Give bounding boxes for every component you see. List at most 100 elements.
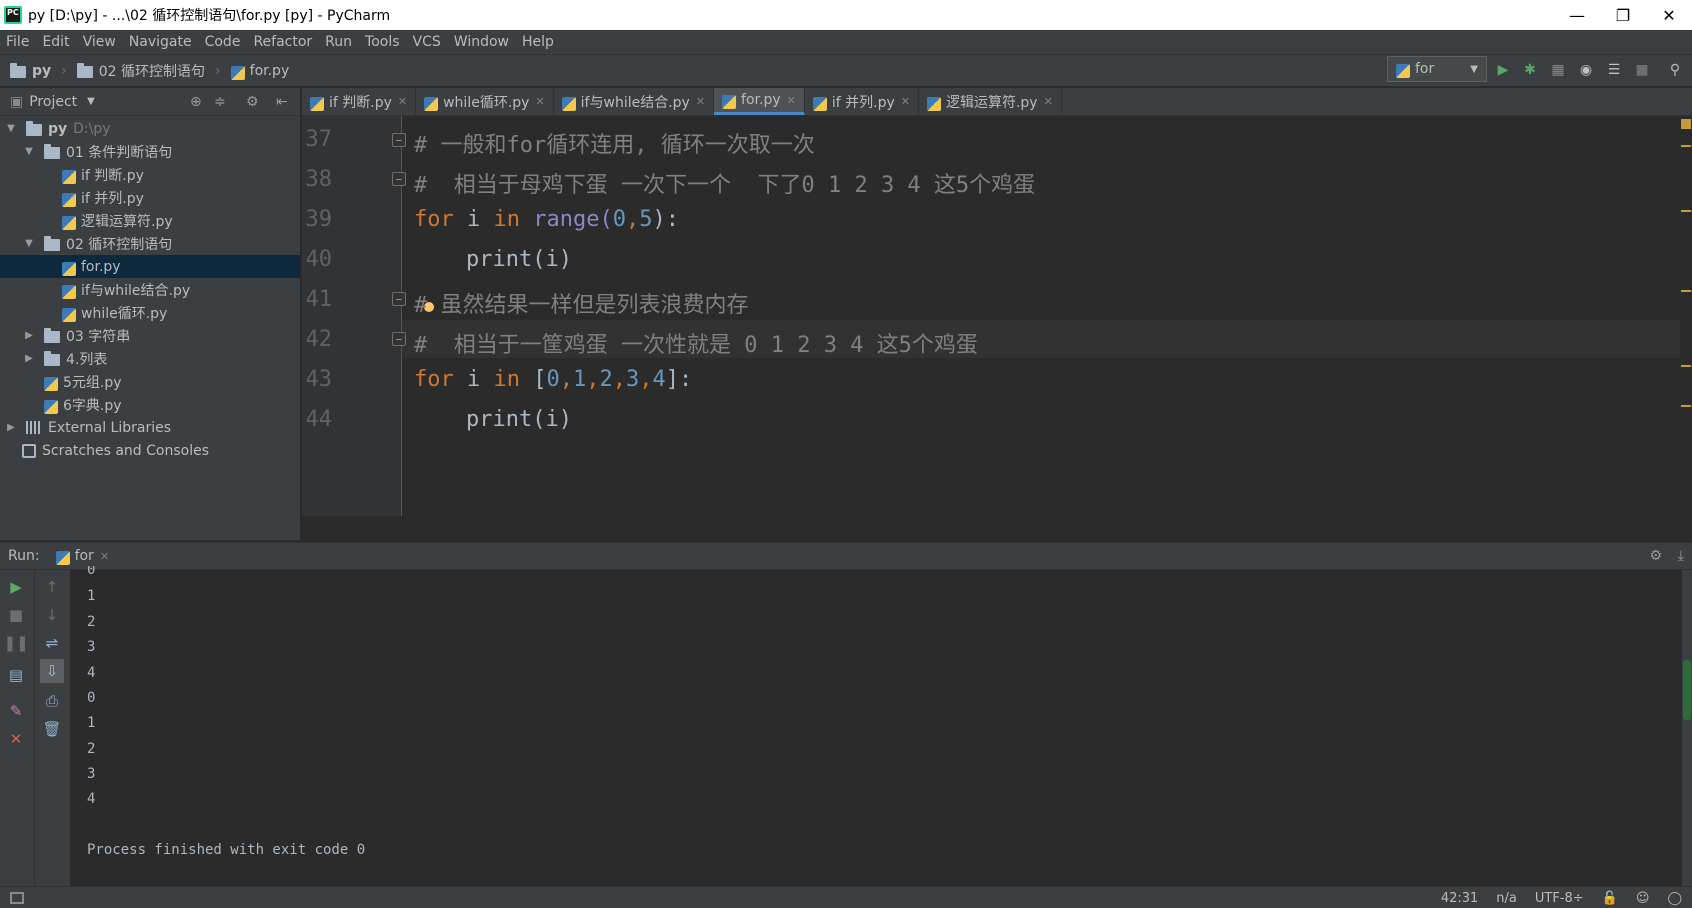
tool-window-toggle-icon[interactable] <box>10 891 24 904</box>
arrow-down-icon[interactable]: ↓ <box>43 606 61 624</box>
menu-vcs[interactable]: VCS <box>413 34 441 50</box>
collapsed-arrow-icon[interactable]: ▶ <box>4 422 18 433</box>
expanded-arrow-icon[interactable]: ▼ <box>4 123 18 134</box>
collapse-all-icon[interactable]: ≑ <box>214 94 226 110</box>
tree-item-external-libraries[interactable]: ▶ External Libraries <box>0 416 300 439</box>
menu-window[interactable]: Window <box>454 34 509 50</box>
debug-icon[interactable]: ✱ <box>1521 61 1539 79</box>
search-icon[interactable]: ⚲ <box>1666 61 1684 79</box>
stop-icon[interactable]: ■ <box>1633 61 1651 79</box>
stripe-mark[interactable] <box>1681 210 1691 212</box>
build-icon[interactable]: ☰ <box>1605 61 1623 79</box>
tab-if-panduan[interactable]: if 判断.py ✕ <box>302 88 417 115</box>
expanded-arrow-icon[interactable]: ▼ <box>22 238 36 249</box>
line-separator[interactable]: n/a <box>1496 891 1517 906</box>
run-icon[interactable]: ▶ <box>1494 61 1512 79</box>
project-view-select[interactable]: Project <box>29 94 77 110</box>
locate-icon[interactable]: ⊕ <box>190 94 202 110</box>
caret-position[interactable]: 42:31 <box>1441 891 1478 906</box>
stripe-mark[interactable] <box>1681 365 1691 367</box>
console-scrollbar[interactable] <box>1682 570 1692 886</box>
close-tab-icon[interactable]: ✕ <box>100 550 109 563</box>
close-tab-icon[interactable]: ✕ <box>901 95 910 108</box>
hide-panel-icon[interactable]: ⇤ <box>276 94 288 110</box>
file-encoding[interactable]: UTF-8÷ <box>1535 891 1584 906</box>
editor-error-stripe[interactable] <box>1680 116 1692 540</box>
tree-item-file-selected[interactable]: for.py <box>0 255 300 278</box>
rerun-icon[interactable]: ▶ <box>7 578 25 596</box>
coverage-icon[interactable]: ▦ <box>1549 61 1567 79</box>
tree-item-file[interactable]: if 判断.py <box>0 163 300 186</box>
tab-if-binglie[interactable]: if 并列.py ✕ <box>805 88 919 115</box>
minimize-button[interactable]: — <box>1554 0 1600 30</box>
stripe-mark[interactable] <box>1681 405 1691 407</box>
notifications-icon[interactable]: ◯ <box>1667 891 1682 906</box>
tree-item-file[interactable]: if 并列.py <box>0 186 300 209</box>
breadcrumb-folder[interactable]: 02 循环控制语句 <box>76 61 205 81</box>
profile-icon[interactable]: ◉ <box>1577 61 1595 79</box>
tree-item-folder-01[interactable]: ▼ 01 条件判断语句 <box>0 140 300 163</box>
stop-icon[interactable]: ■ <box>7 606 25 624</box>
collapsed-arrow-icon[interactable]: ▶ <box>22 353 36 364</box>
tree-item-scratches[interactable]: Scratches and Consoles <box>0 439 300 462</box>
menu-file[interactable]: File <box>6 34 29 50</box>
stripe-mark[interactable] <box>1681 145 1691 147</box>
close-tab-icon[interactable]: ✕ <box>787 94 796 107</box>
tab-if-while[interactable]: if与while结合.py ✕ <box>554 88 715 115</box>
gear-icon[interactable]: ⚙ <box>1649 548 1662 564</box>
console-output[interactable] <box>70 570 1682 886</box>
close-tab-icon[interactable]: ✕ <box>535 95 544 108</box>
menu-run[interactable]: Run <box>325 34 352 50</box>
collapsed-arrow-icon[interactable]: ▶ <box>22 330 36 341</box>
restore-button[interactable]: ❐ <box>1600 0 1646 30</box>
tree-item-folder-02[interactable]: ▼ 02 循环控制语句 <box>0 232 300 255</box>
menu-view[interactable]: View <box>83 34 116 50</box>
tree-item-folder-04[interactable]: ▶ 4.列表 <box>0 347 300 370</box>
close-tab-icon[interactable]: ✕ <box>1044 95 1053 108</box>
tab-for-active[interactable]: for.py ✕ <box>714 88 805 115</box>
tab-logic-operators[interactable]: 逻辑运算符.py ✕ <box>919 88 1062 115</box>
tree-item-file[interactable]: while循环.py <box>0 301 300 324</box>
soft-wrap-icon[interactable]: ⇌ <box>43 634 61 652</box>
arrow-up-icon[interactable]: ↑ <box>43 578 61 596</box>
tree-item-file[interactable]: 6字典.py <box>0 393 300 416</box>
close-window-button[interactable]: ✕ <box>1646 0 1692 30</box>
pin-icon[interactable]: ✎ <box>7 702 25 720</box>
expanded-arrow-icon[interactable]: ▼ <box>22 146 36 157</box>
menu-edit[interactable]: Edit <box>42 34 69 50</box>
trash-icon[interactable]: 🗑 <box>42 720 61 738</box>
fold-marker-icon[interactable] <box>392 172 406 186</box>
menu-tools[interactable]: Tools <box>365 34 400 50</box>
stripe-mark[interactable] <box>1681 290 1691 292</box>
tree-item-folder-03[interactable]: ▶ 03 字符串 <box>0 324 300 347</box>
close-tab-icon[interactable]: ✕ <box>398 95 407 108</box>
chevron-down-icon[interactable]: ▼ <box>87 96 95 107</box>
close-icon[interactable]: ✕ <box>7 730 25 748</box>
fold-marker-icon[interactable] <box>392 133 406 147</box>
breadcrumb-root[interactable]: py <box>10 62 51 79</box>
breadcrumb-file[interactable]: for.py <box>230 63 289 80</box>
pause-icon[interactable]: ❚❚ <box>3 634 28 652</box>
warning-indicator-icon[interactable] <box>1681 119 1691 129</box>
tree-item-file[interactable]: if与while结合.py <box>0 278 300 301</box>
gear-icon[interactable]: ⚙ <box>246 94 259 110</box>
fold-marker-icon[interactable] <box>392 292 406 306</box>
tab-while-loop[interactable]: while循环.py ✕ <box>416 88 554 115</box>
tree-item-file[interactable]: 5元组.py <box>0 370 300 393</box>
lock-icon[interactable]: 🔓 <box>1602 891 1618 906</box>
menu-help[interactable]: Help <box>522 34 554 50</box>
close-tab-icon[interactable]: ✕ <box>696 95 705 108</box>
tree-item-py[interactable]: ▼ py D:\py <box>0 117 300 140</box>
menu-code[interactable]: Code <box>205 34 241 50</box>
menu-navigate[interactable]: Navigate <box>129 34 192 50</box>
inspector-icon[interactable]: ☺ <box>1636 891 1650 906</box>
fold-marker-icon[interactable] <box>392 332 406 346</box>
hide-panel-icon[interactable]: ⤓ <box>1678 548 1684 564</box>
print-icon[interactable]: ⎙ <box>43 692 61 710</box>
scrollbar-thumb[interactable] <box>1683 660 1691 720</box>
tree-item-file[interactable]: 逻辑运算符.py <box>0 209 300 232</box>
scroll-to-end-icon[interactable]: ⇩ <box>40 659 64 683</box>
run-tab[interactable]: for <box>75 548 94 564</box>
layout-icon[interactable]: ▤ <box>7 666 25 684</box>
menu-refactor[interactable]: Refactor <box>253 34 312 50</box>
